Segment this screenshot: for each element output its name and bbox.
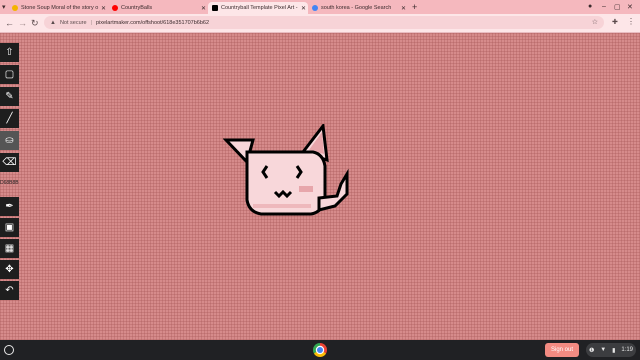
tab-pixel-art[interactable]: Countryball Template Pixel Art - ✕ xyxy=(208,2,308,14)
pencil-icon[interactable]: ✎ xyxy=(0,87,19,106)
grid-icon[interactable]: ▦ xyxy=(0,239,19,258)
tool-glyph: ╱ xyxy=(6,112,13,124)
tool-glyph: ▦ xyxy=(4,242,15,254)
tool-panel: ⇧ ▢ ✎ ╱ ⛀ ⌫ D68B8B ✒ ▣ ▦ ✥ ↶ xyxy=(0,43,19,302)
battery-icon: ▮ xyxy=(612,347,616,354)
close-icon[interactable]: ✕ xyxy=(201,5,206,12)
separator: | xyxy=(90,19,92,26)
bucket-icon[interactable]: ⛀ xyxy=(0,131,19,150)
maximize-icon[interactable]: ▢ xyxy=(614,3,621,11)
close-icon[interactable]: ✕ xyxy=(101,5,106,12)
tab-stone-soup[interactable]: Stone Soup Moral of the story o ✕ xyxy=(8,2,106,14)
address-bar[interactable]: ▲ Not secure | pixelartmaker.com/offshoo… xyxy=(44,16,604,29)
tab-google-search[interactable]: south korea - Google Search ✕ xyxy=(308,2,408,14)
launcher-icon[interactable] xyxy=(4,345,14,355)
tab-title: south korea - Google Search xyxy=(321,5,392,11)
tab-countryballs[interactable]: CountryBalls ✕ xyxy=(108,2,206,14)
tool-glyph: ↶ xyxy=(5,284,14,296)
reload-icon[interactable]: ↻ xyxy=(31,18,39,28)
up-arrow-icon[interactable]: ⇧ xyxy=(0,43,19,62)
tool-glyph: ▢ xyxy=(4,68,15,80)
tool-glyph: ✒ xyxy=(5,200,14,212)
not-secure-label[interactable]: Not secure xyxy=(60,20,87,26)
minimize-icon[interactable]: – xyxy=(602,3,606,10)
tool-glyph: ⛀ xyxy=(5,134,14,146)
select-icon[interactable]: ▢ xyxy=(0,65,19,84)
close-icon[interactable]: ✕ xyxy=(401,5,406,12)
line-icon[interactable]: ╱ xyxy=(0,109,19,128)
close-window-icon[interactable]: ✕ xyxy=(627,3,633,11)
wifi-icon: ▼ xyxy=(600,347,607,353)
tab-favicon-icon xyxy=(12,5,18,11)
pixel-cat-drawing xyxy=(223,124,349,216)
clock: 1:19 xyxy=(621,347,634,353)
move-icon[interactable]: ✥ xyxy=(0,260,19,279)
eyedropper-icon[interactable]: ✒ xyxy=(0,197,19,216)
tab-strip: ▾ Stone Soup Moral of the story o ✕ Coun… xyxy=(0,0,640,14)
save-icon[interactable]: ▣ xyxy=(0,218,19,237)
tab-title: CountryBalls xyxy=(121,5,153,11)
tab-favicon-icon xyxy=(312,5,318,11)
browser-toolbar: ← → ↻ ▲ Not secure | pixelartmaker.com/o… xyxy=(0,14,640,33)
tool-glyph: ⌫ xyxy=(2,156,17,168)
new-tab-button[interactable]: + xyxy=(412,2,417,12)
warning-icon[interactable]: ▲ xyxy=(50,20,56,26)
chrome-icon[interactable] xyxy=(313,343,327,357)
eraser-icon[interactable]: ⌫ xyxy=(0,153,19,172)
menu-icon[interactable]: ⋮ xyxy=(627,17,635,26)
url-text[interactable]: pixelartmaker.com/offshoot/618e351707b6b… xyxy=(96,20,209,26)
forward-icon[interactable]: → xyxy=(18,18,27,28)
tab-favicon-icon xyxy=(212,5,218,11)
puzzle-icon[interactable]: ✚ xyxy=(612,18,618,26)
system-tray[interactable]: ❶ ▼ ▮ 1:19 xyxy=(586,343,636,357)
back-icon[interactable]: ← xyxy=(5,18,14,28)
tab-title: Countryball Template Pixel Art - xyxy=(221,5,298,11)
tab-search-icon[interactable]: ▾ xyxy=(2,3,6,11)
tool-glyph: ✎ xyxy=(5,90,14,102)
tool-glyph: ⇧ xyxy=(5,46,14,58)
info-icon: ❶ xyxy=(588,347,595,354)
tab-title: Stone Soup Moral of the story o xyxy=(21,5,99,11)
color-code: D68B8B xyxy=(0,180,19,186)
sign-out-button[interactable]: Sign out xyxy=(545,343,579,357)
profile-icon[interactable]: ● xyxy=(588,3,592,10)
tab-favicon-icon xyxy=(112,5,118,11)
close-icon[interactable]: ✕ xyxy=(301,5,306,12)
tool-glyph: ▣ xyxy=(4,221,15,233)
bookmark-star-icon[interactable]: ☆ xyxy=(592,18,598,26)
tool-glyph: ✥ xyxy=(5,263,14,275)
undo-icon[interactable]: ↶ xyxy=(0,281,19,300)
